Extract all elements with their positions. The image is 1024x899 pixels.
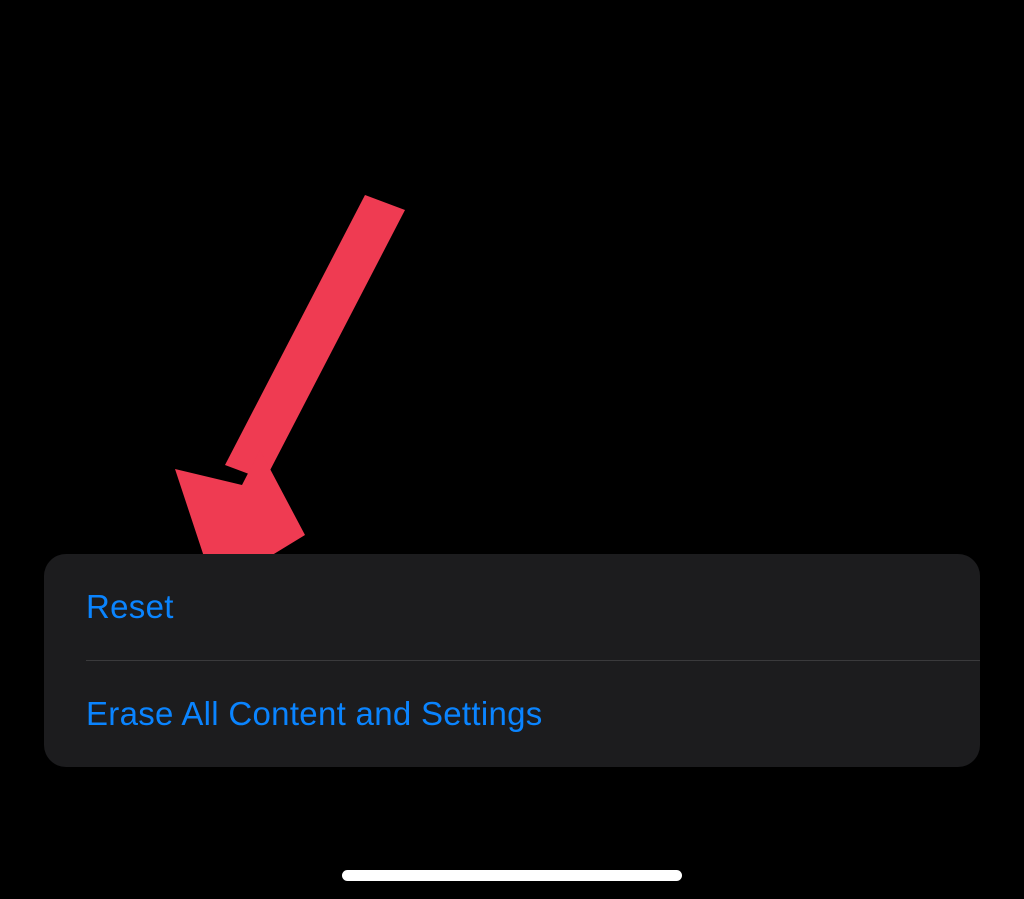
annotation-arrow-icon [175,195,415,575]
erase-all-label: Erase All Content and Settings [86,695,543,732]
home-indicator[interactable] [342,870,682,881]
reset-menu-panel: Reset Erase All Content and Settings [44,554,980,767]
erase-all-button[interactable]: Erase All Content and Settings [44,661,980,767]
reset-button[interactable]: Reset [44,554,980,660]
reset-label: Reset [86,588,174,625]
